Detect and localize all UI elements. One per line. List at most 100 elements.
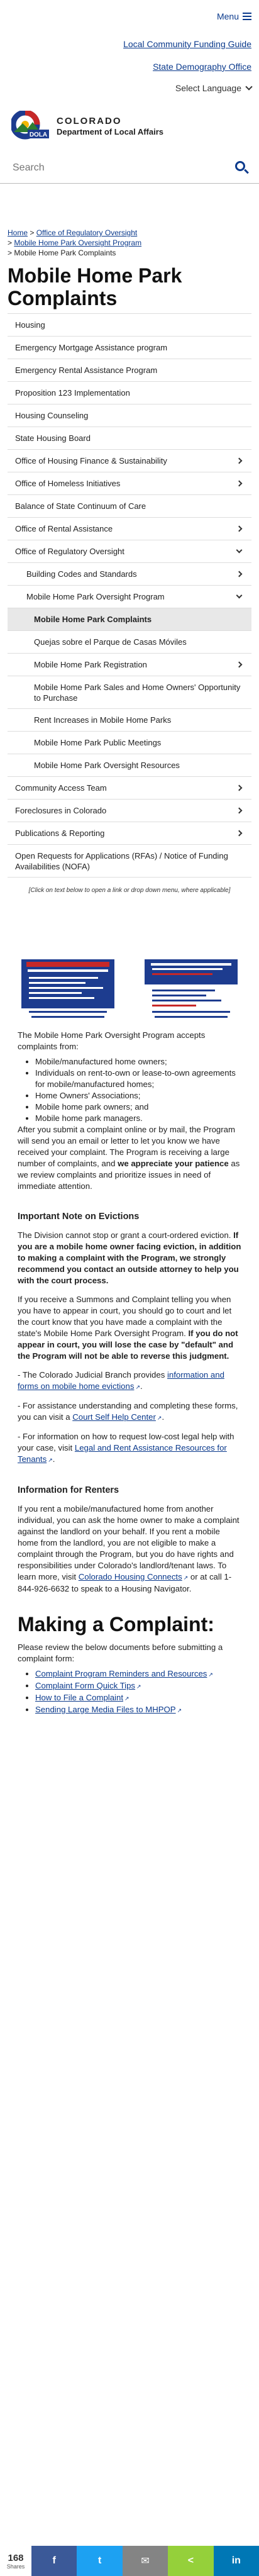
evictions-text: The Division cannot stop or grant a cour… [18,1230,241,1285]
sidebar-item-label: Community Access Team [15,783,107,793]
legalhelp-text: - For information on how to request low-… [18,1431,241,1466]
sharethis-icon: < [187,2555,194,2566]
email-icon: ✉ [141,2556,150,2567]
sidebar-item[interactable]: Mobile Home Park Oversight Resources [8,754,251,777]
share-count-number: 168 [8,2552,24,2563]
logo[interactable]: DOLA COLORADO Department of Local Affair… [0,93,259,148]
breadcrumb-mhp-oversight[interactable]: Mobile Home Park Oversight Program [14,238,141,247]
sidebar-item[interactable]: Office of Regulatory Oversight [8,540,251,563]
share-count-label: Shares [6,2563,25,2570]
sidebar-item-label: Publications & Reporting [15,828,105,838]
sidebar-item[interactable]: Office of Rental Assistance [8,518,251,540]
share-sharethis-button[interactable]: < [168,2546,214,2576]
share-bar: 168 Shares f t ✉ < in [0,2546,259,2576]
utility-link-demography-office[interactable]: State Demography Office [8,62,251,72]
language-select[interactable]: Select Language [8,83,253,93]
retaliation-flyer-image[interactable] [19,948,117,1030]
breadcrumb-row-1: Home > Office of Regulatory Oversight [8,228,251,238]
sidebar-item[interactable]: Housing Counseling [8,404,251,427]
sidebar-item-label: Open Requests for Applications (RFAs) / … [15,850,228,871]
sidebar-item[interactable]: Office of Homeless Initiatives [8,472,251,495]
list-item: Complaint Form Quick Tips↗ [35,1680,241,1692]
reporting-flyer-image[interactable] [142,948,240,1030]
program-reminders-link[interactable]: Complaint Program Reminders and Resource… [35,1669,207,1678]
share-email-button[interactable]: ✉ [122,2546,168,2576]
chevron-right-icon [236,830,243,837]
utility-link-funding-guide[interactable]: Local Community Funding Guide [8,39,251,49]
page-title: Mobile Home Park Complaints [8,264,182,309]
breadcrumb-home[interactable]: Home [8,228,28,237]
self-help-center-link[interactable]: Court Self Help Center [72,1412,156,1422]
menu-row: Menu [8,8,251,25]
logo-line1: COLORADO [57,116,122,127]
housing-connects-link[interactable]: Colorado Housing Connects [79,1572,182,1581]
sidebar-item[interactable]: Rent Increases in Mobile Home Parks [8,709,251,732]
large-media-files-link[interactable]: Sending Large Media Files to MHPOP [35,1705,176,1714]
sidebar-item-label: Emergency Rental Assistance Program [15,365,158,375]
sidebar-item-label: Mobile Home Park Public Meetings [34,738,162,747]
sidebar-item[interactable]: Mobile Home Park Oversight Program [8,586,251,608]
external-link-icon: ↗ [177,1707,182,1714]
list-item: Mobile home park managers. [35,1113,241,1124]
breadcrumb-regulatory-oversight[interactable]: Office of Regulatory Oversight [36,228,138,237]
sidebar-item-label: Mobile Home Park Registration [34,660,147,669]
sidebar-item[interactable]: Balance of State Continuum of Care [8,495,251,518]
renters-heading: Information for Renters [18,1485,119,1495]
list-item: Mobile home park owners; and [35,1101,241,1113]
search-icon[interactable] [235,160,249,175]
breadcrumb-row-3: > Mobile Home Park Complaints [8,248,251,258]
sidebar-item-label: Balance of State Continuum of Care [15,501,146,511]
menu-button[interactable]: Menu [217,11,251,21]
list-item: How to File a Complaint↗ [35,1692,241,1704]
promo-images [19,948,240,1030]
hamburger-icon [243,13,251,20]
breadcrumb-separator: > [28,228,36,237]
breadcrumb-separator: > [8,248,14,257]
sidebar-item[interactable]: Mobile Home Park Public Meetings [8,732,251,754]
making-complaint-heading: Making a Complaint: [18,1613,214,1636]
sidebar-item[interactable]: Building Codes and Standards [8,563,251,586]
sidebar-item[interactable]: Proposition 123 Implementation [8,382,251,404]
chevron-down-icon [236,592,243,599]
sidebar-item[interactable]: Publications & Reporting [8,822,251,845]
sidebar-item[interactable]: Community Access Team [8,777,251,800]
sidebar-item[interactable]: Foreclosures in Colorado [8,800,251,822]
sidebar-item-label: Rent Increases in Mobile Home Parks [34,715,172,725]
sidebar-item[interactable]: State Housing Board [8,427,251,450]
breadcrumb-row-2: > Mobile Home Park Oversight Program [8,238,251,248]
selfhelp-text: - For assistance understanding and compl… [18,1400,241,1424]
sidebar-item[interactable]: Open Requests for Applications (RFAs) / … [8,845,251,878]
share-twitter-button[interactable]: t [77,2546,123,2576]
sidebar-nav: Housing Emergency Mortgage Assistance pro… [8,313,251,878]
list-item: Sending Large Media Files to MHPOP↗ [35,1704,241,1716]
main-content: The Mobile Home Park Oversight Program a… [0,1030,259,1716]
linkedin-icon: in [231,2555,241,2566]
logo-badge: DOLA [30,131,47,138]
sidebar-item[interactable]: Mobile Home Park Registration [8,654,251,676]
renters-text: If you rent a mobile/manufactured home f… [18,1504,240,1593]
sidebar-item[interactable]: Quejas sobre el Parque de Casas Móviles [8,631,251,654]
chevron-down-icon [245,83,253,91]
sidebar-item-label: Proposition 123 Implementation [15,388,130,398]
sidebar-note: [Click on text below to open a link or d… [28,887,231,894]
review-text: Please review the below documents before… [18,1642,223,1663]
sidebar-item[interactable]: Housing [8,314,251,337]
sidebar-item[interactable]: Mobile Home Park Complaints [8,608,251,631]
quick-tips-link[interactable]: Complaint Form Quick Tips [35,1681,135,1690]
how-to-file-link[interactable]: How to File a Complaint [35,1693,123,1702]
sidebar-item-label: Mobile Home Park Sales and Home Owners' … [34,682,241,703]
sidebar-item[interactable]: Mobile Home Park Sales and Home Owners' … [8,676,251,709]
list-item: Individuals on rent-to-own or lease-to-o… [35,1068,241,1090]
sidebar-item[interactable]: Emergency Rental Assistance Program [8,359,251,382]
evictions-heading: Important Note on Evictions [18,1212,140,1222]
sidebar-item-label: State Housing Board [15,433,91,443]
chevron-right-icon [236,661,243,668]
external-link-icon: ↗ [136,1683,141,1690]
search-input[interactable] [11,161,235,174]
sidebar-item[interactable]: Office of Housing Finance & Sustainabili… [8,450,251,472]
sidebar-item-label: Foreclosures in Colorado [15,806,107,815]
share-facebook-button[interactable]: f [31,2546,77,2576]
sidebar-item-label: Mobile Home Park Oversight Program [26,592,165,601]
sidebar-item[interactable]: Emergency Mortgage Assistance program [8,337,251,359]
share-linkedin-button[interactable]: in [213,2546,259,2576]
